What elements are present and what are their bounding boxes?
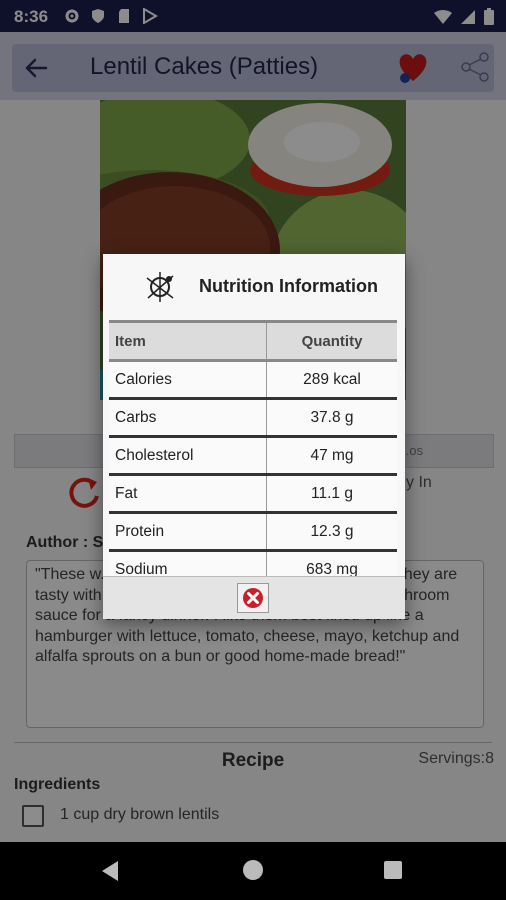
nutrient-name: Fat (109, 474, 267, 514)
nutrient-name: Calories (109, 360, 267, 400)
nutrient-name: Protein (109, 512, 267, 552)
nutrient-quantity: 289 kcal (266, 360, 397, 400)
table-header-row: Item Quantity (109, 320, 397, 362)
nutrient-quantity: 12.3 g (266, 512, 397, 552)
nutrient-name: Carbs (109, 398, 267, 438)
close-button[interactable] (237, 583, 269, 613)
dialog-footer (103, 576, 405, 619)
nutrient-quantity: 47 mg (266, 436, 397, 476)
nutrition-logo-icon (143, 270, 177, 304)
nutrition-table: Item Quantity Calories 289 kcal Carbs 37… (109, 320, 397, 590)
nutrient-quantity: 37.8 g (266, 398, 397, 438)
column-header-quantity: Quantity (266, 320, 397, 362)
nutrient-name: Cholesterol (109, 436, 267, 476)
table-row: Protein 12.3 g (109, 512, 397, 552)
table-row: Carbs 37.8 g (109, 398, 397, 438)
nav-home-icon[interactable] (243, 860, 263, 880)
nav-back-icon[interactable] (100, 860, 120, 887)
close-x-icon (243, 588, 263, 608)
table-row: Fat 11.1 g (109, 474, 397, 514)
column-header-item: Item (109, 320, 267, 362)
table-row: Cholesterol 47 mg (109, 436, 397, 476)
nutrition-dialog: Nutrition Information Item Quantity Calo… (103, 254, 405, 619)
system-nav-bar (0, 842, 506, 900)
table-row: Calories 289 kcal (109, 360, 397, 400)
nav-recents-icon[interactable] (384, 861, 402, 879)
dialog-title: Nutrition Information (199, 276, 378, 296)
nutrient-quantity: 11.1 g (266, 474, 397, 514)
